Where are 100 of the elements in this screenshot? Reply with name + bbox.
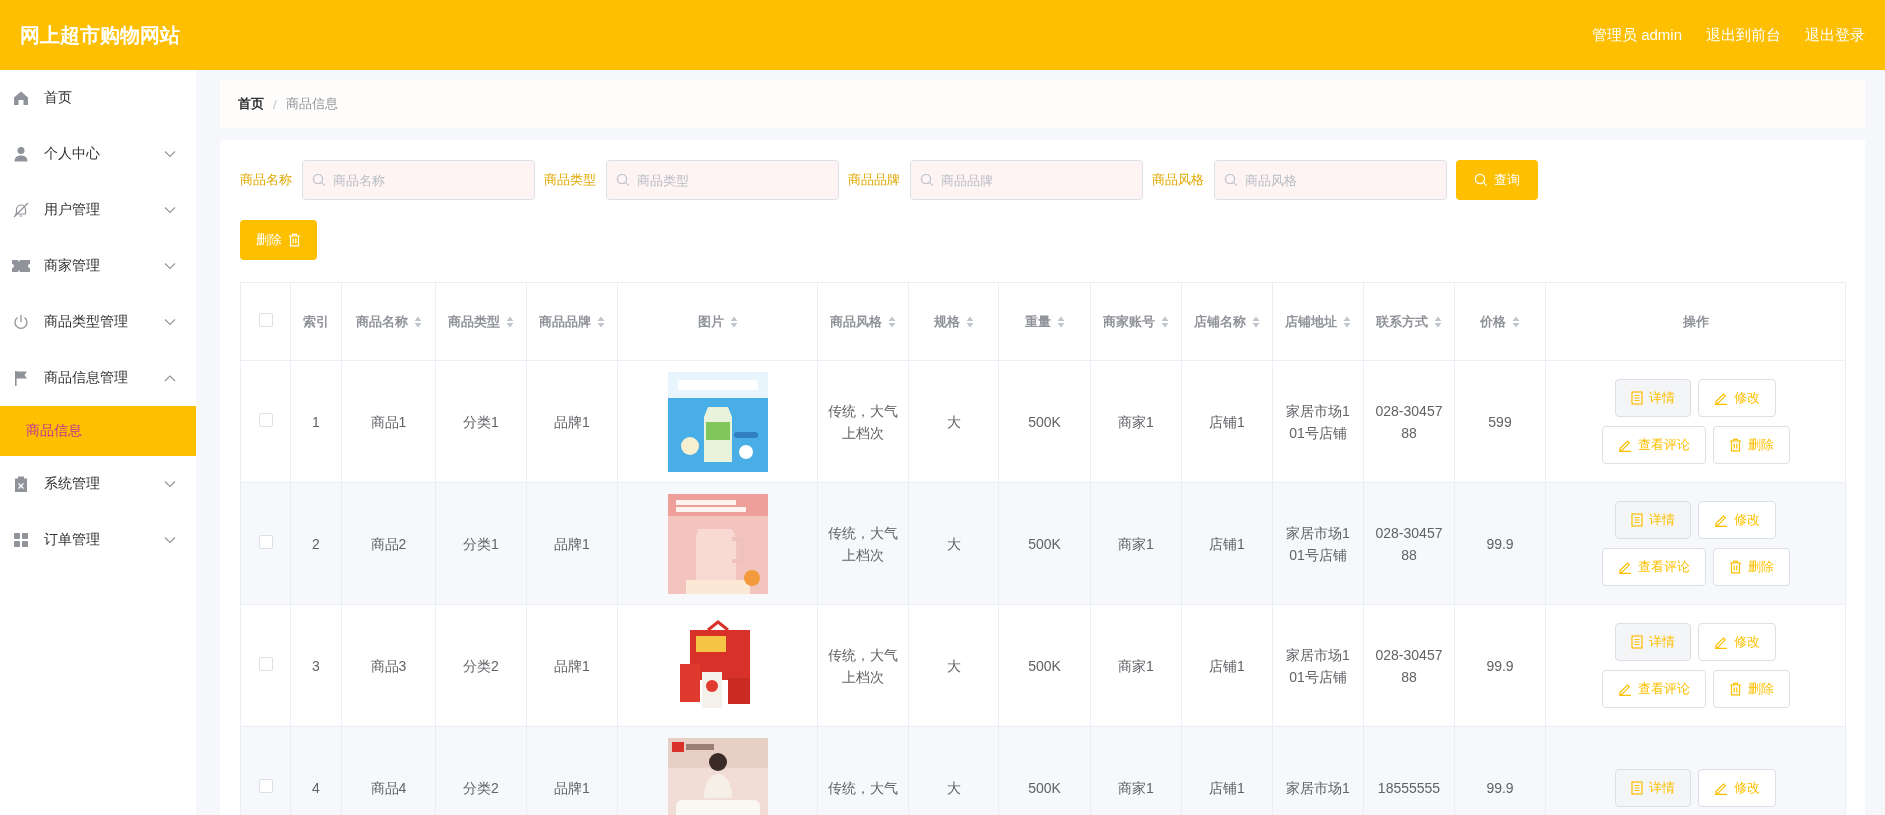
sort-icon [1434, 315, 1442, 328]
chevron-icon [164, 150, 176, 158]
table-cell: 500K [1028, 413, 1061, 430]
column-header[interactable]: 店铺地址 [1285, 312, 1337, 331]
column-header[interactable]: 规格 [933, 312, 960, 331]
column-header[interactable]: 价格 [1480, 312, 1506, 331]
table-cell: 品牌1 [554, 779, 590, 796]
table-cell: 大 [946, 413, 961, 430]
table-cell: 传统，大气上档次 [828, 646, 898, 685]
detail-button[interactable]: 详情 [1615, 379, 1691, 417]
edit-button[interactable]: 修改 [1698, 768, 1776, 807]
checkbox[interactable] [258, 656, 273, 671]
edit-button[interactable]: 修改 [1698, 501, 1776, 539]
menu-item[interactable]: 商品类型管理 [0, 294, 196, 350]
chevron-icon [164, 536, 176, 544]
sort-icon [506, 315, 514, 328]
menu-item[interactable]: 个人中心 [0, 126, 196, 182]
detail-button[interactable]: 详情 [1615, 768, 1691, 807]
query-button[interactable]: 查询 [1456, 160, 1538, 200]
delete-button[interactable]: 删除 [1712, 548, 1790, 586]
column-header[interactable]: 重量 [1024, 312, 1051, 331]
column-header[interactable]: 商品品牌 [539, 312, 591, 331]
search-field[interactable]: 商品名称 [302, 160, 535, 200]
table-cell: 1 [312, 413, 320, 430]
sort-icon [597, 315, 605, 328]
table-cell: 99.9 [1486, 657, 1514, 674]
breadcrumb-separator: / [273, 96, 277, 112]
menu-item[interactable]: 商家管理 [0, 238, 196, 294]
edit-button[interactable]: 修改 [1698, 623, 1776, 661]
table-cell: 3 [312, 657, 320, 674]
table-cell: 599 [1488, 413, 1512, 430]
table-cell: 品牌1 [554, 535, 590, 552]
grid-icon [13, 532, 29, 548]
pencil-icon [1617, 560, 1632, 574]
sort-icon [1161, 315, 1169, 328]
column-header: 操作 [1682, 312, 1709, 331]
detail-button[interactable]: 详情 [1615, 501, 1691, 539]
pencil-icon [1617, 438, 1632, 452]
table-cell: 2 [312, 535, 320, 552]
column-header[interactable]: 商品风格 [830, 312, 882, 331]
site-title: 网上超市购物网站 [20, 22, 181, 48]
search-field[interactable]: 商品风格 [1214, 160, 1447, 200]
table-cell: 商品4 [370, 779, 407, 796]
column-header[interactable]: 商品类型 [448, 312, 500, 331]
table-cell: 99.9 [1486, 535, 1514, 552]
search-icon [1474, 173, 1488, 187]
detail-button[interactable]: 详情 [1615, 623, 1691, 661]
table-cell: 500K [1028, 779, 1061, 796]
table-cell: 商家1 [1118, 413, 1154, 430]
menu-item[interactable]: 商品信息管理 [0, 350, 196, 406]
chevron-icon [164, 206, 176, 214]
delete-button[interactable]: 删除 [1712, 670, 1790, 708]
table-cell: 028-3045788 [1375, 646, 1443, 685]
table-cell: 分类1 [463, 535, 499, 552]
checkbox[interactable] [258, 778, 273, 793]
table-cell: 传统，大气上档次 [828, 524, 898, 563]
comment-button[interactable]: 查看评论 [1601, 670, 1706, 708]
column-header[interactable]: 店铺名称 [1194, 312, 1246, 331]
ticket-icon [12, 259, 30, 273]
table-cell: 传统，大气上档次 [828, 402, 898, 441]
home-icon [13, 90, 29, 106]
search-field[interactable]: 商品类型 [606, 160, 839, 200]
checkbox[interactable] [258, 412, 273, 427]
table-cell: 家居市场1 [1286, 779, 1350, 796]
column-header[interactable]: 联系方式 [1376, 312, 1428, 331]
header-link[interactable]: 退出到前台 [1706, 25, 1781, 45]
column-header[interactable]: 图片 [697, 312, 724, 331]
checkbox[interactable] [258, 313, 273, 327]
table-cell: 商品1 [370, 413, 407, 430]
table-cell: 4 [312, 779, 320, 796]
header-link[interactable]: 管理员 admin [1591, 25, 1682, 45]
delete-button[interactable]: 删除 [240, 220, 317, 260]
user-icon [13, 146, 29, 162]
checkbox[interactable] [258, 534, 273, 549]
field-label: 商品风格 [1152, 171, 1204, 189]
menu-item[interactable]: 订单管理 [0, 512, 196, 568]
edit-button[interactable]: 修改 [1698, 379, 1776, 417]
document-icon [1631, 635, 1643, 649]
chevron-icon [164, 480, 176, 488]
header-link[interactable]: 退出登录 [1805, 25, 1865, 45]
comment-button[interactable]: 查看评论 [1601, 548, 1706, 586]
column-header[interactable]: 商家账号 [1103, 312, 1155, 331]
table-cell: 商家1 [1118, 535, 1154, 552]
sort-icon [1343, 315, 1351, 328]
menu-item[interactable]: 用户管理 [0, 182, 196, 238]
menu-item[interactable]: 首页 [0, 70, 196, 126]
search-icon [616, 173, 630, 187]
pencil-icon [1617, 682, 1632, 696]
submenu-item[interactable]: 商品信息 [0, 406, 196, 456]
table-cell: 店铺1 [1209, 413, 1245, 430]
comment-button[interactable]: 查看评论 [1601, 426, 1706, 464]
flag-icon [13, 370, 29, 386]
field-label: 商品类型 [544, 171, 596, 189]
search-field[interactable]: 商品品牌 [910, 160, 1143, 200]
delete-button[interactable]: 删除 [1712, 426, 1790, 464]
table-cell: 分类1 [463, 413, 499, 430]
breadcrumb-link[interactable]: 首页 [238, 95, 264, 113]
column-header[interactable]: 商品名称 [355, 312, 408, 331]
chevron-icon [164, 374, 176, 382]
menu-item[interactable]: 系统管理 [0, 456, 196, 512]
